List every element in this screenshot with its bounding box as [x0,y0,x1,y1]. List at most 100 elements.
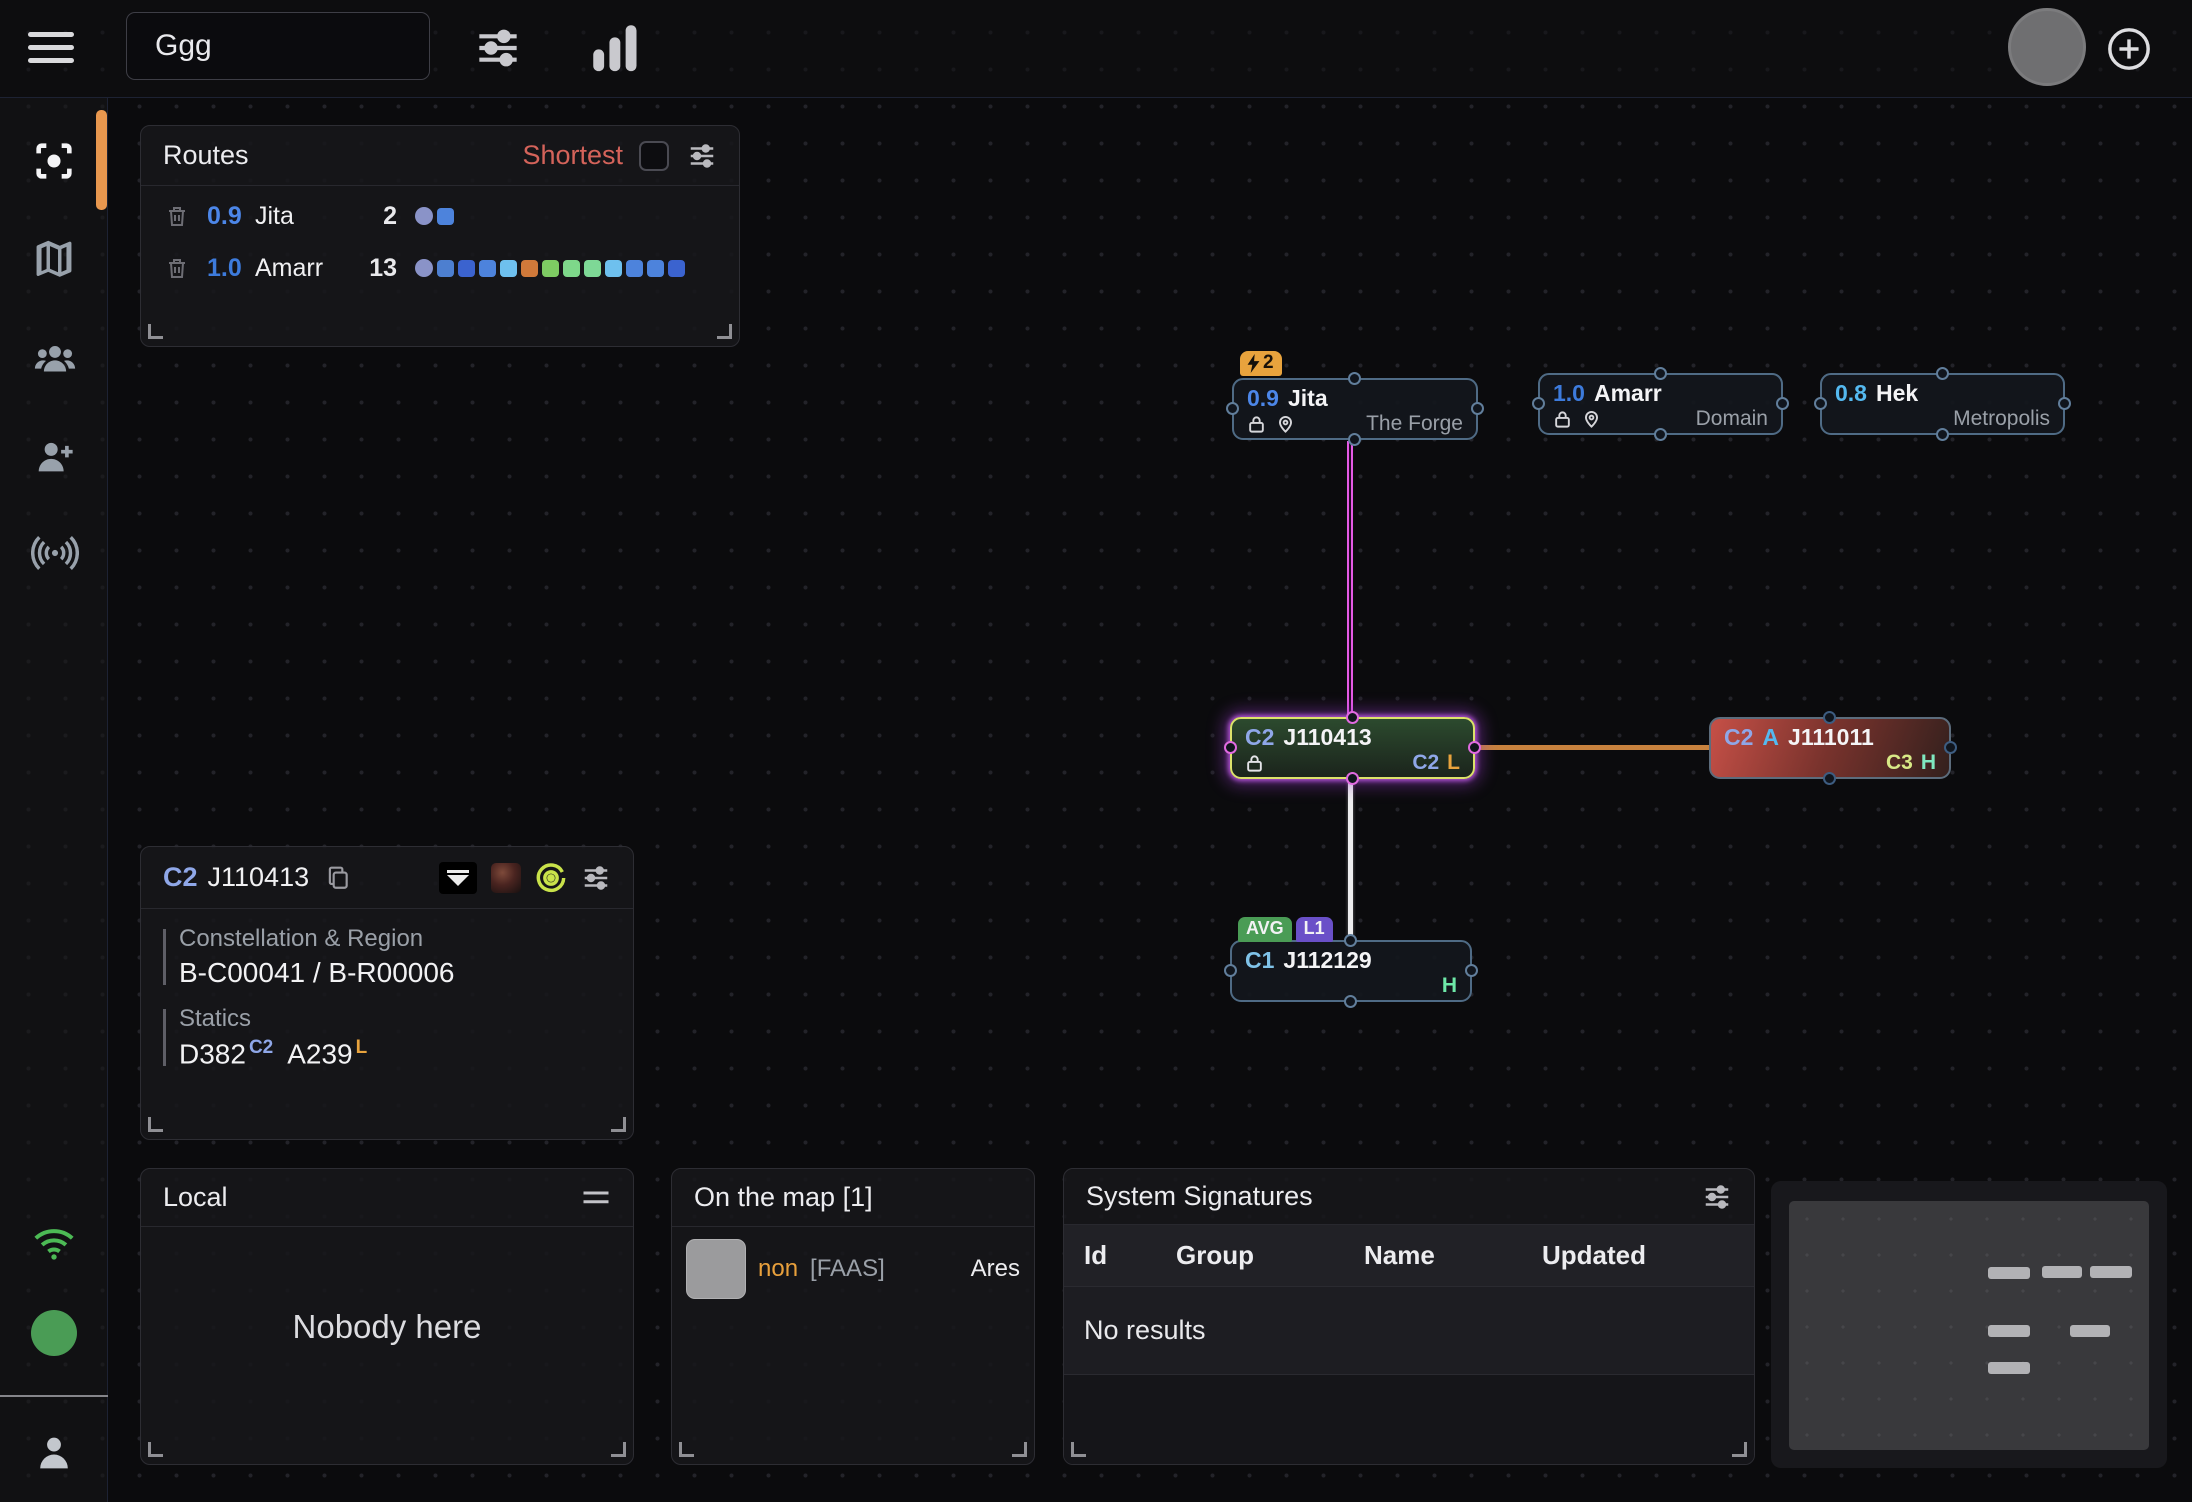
minimap-node-dash [1988,1267,2030,1279]
profile-icon[interactable] [31,1430,77,1476]
map-node-hek[interactable]: 0.8Hek Metropolis [1820,373,2065,435]
system-info-panel: C2 J110413 Constellation & Region B-C000… [140,846,634,1140]
routes-settings-icon[interactable] [687,141,717,171]
lock-icon [1553,409,1572,430]
signatures-title: System Signatures [1086,1181,1313,1212]
delete-route-icon[interactable] [165,255,189,281]
route-jump-square [647,260,664,277]
node-handle[interactable] [1346,772,1359,785]
pilot-row[interactable]: non [FAAS] Ares [672,1227,1034,1299]
pilot-ship: Ares [971,1255,1020,1283]
column-updated[interactable]: Updated [1542,1240,1754,1271]
node-handle[interactable] [1346,711,1359,724]
route-row[interactable]: 0.9 Jita 2 [141,194,739,238]
static-sec: L [1447,751,1460,775]
signatures-settings-icon[interactable] [1702,1182,1732,1212]
minimap[interactable] [1771,1181,2167,1468]
map-icon[interactable] [31,236,77,282]
target-icon[interactable] [535,862,567,894]
system-name: Jita [1288,385,1328,411]
map-node-j112129[interactable]: C1J112129 H [1230,940,1472,1002]
map-node-j111011[interactable]: C2AJ111011 C3H [1709,717,1951,779]
static-class: C2 [1412,751,1439,775]
column-id[interactable]: Id [1084,1240,1176,1271]
node-handle[interactable] [2058,397,2071,410]
node-handle[interactable] [1344,995,1357,1008]
map-name-input[interactable] [126,12,430,80]
signatures-header-row: Id Group Name Updated [1064,1225,1754,1287]
region-label: Metropolis [1953,407,2050,431]
node-handle[interactable] [1465,964,1478,977]
route-jump-square [500,260,517,277]
pilot-name: non [758,1255,798,1283]
route-security: 0.9 [207,202,255,231]
route-destination: Jita [255,202,294,231]
node-handle[interactable] [1471,402,1484,415]
shortest-toggle-label[interactable]: Shortest [522,140,623,171]
node-handle[interactable] [1944,741,1957,754]
add-icon[interactable] [2106,26,2152,72]
local-menu-icon[interactable] [581,1187,611,1209]
delete-route-icon[interactable] [165,203,189,229]
node-handle[interactable] [1348,433,1361,446]
node-handle[interactable] [1654,367,1667,380]
collapse-icon[interactable] [439,862,477,894]
map-filters-icon[interactable] [470,20,526,76]
node-handle[interactable] [1532,397,1545,410]
node-handle[interactable] [1344,934,1357,947]
route-row[interactable]: 1.0 Amarr 13 [141,246,739,290]
node-handle[interactable] [1776,397,1789,410]
node-handle[interactable] [1814,397,1827,410]
node-handle[interactable] [1224,964,1237,977]
copy-icon[interactable] [325,864,351,892]
connection-j110413-j112129[interactable] [1348,779,1353,940]
pilot-corp-ticker: [FAAS] [810,1255,885,1283]
node-handle[interactable] [1936,428,1949,441]
node-badges: AVG L1 [1238,917,1333,942]
system-class: C2 [163,862,198,893]
node-handle[interactable] [1224,741,1237,754]
route-jump-square [458,260,475,277]
map-node-jita[interactable]: 0.9Jita The Forge [1232,378,1478,440]
focus-icon[interactable] [31,138,77,184]
user-plus-icon[interactable] [31,434,77,480]
broadcast-icon[interactable] [31,530,77,576]
user-avatar[interactable] [2008,8,2086,86]
node-handle[interactable] [1936,367,1949,380]
constellation-section: Constellation & Region B-C00041 / B-R000… [163,925,633,989]
static-code: D382 [179,1038,246,1069]
menu-icon[interactable] [28,32,74,66]
node-handle[interactable] [1823,772,1836,785]
kills-badge: 2 [1240,351,1282,376]
minimap-node-dash [2090,1266,2132,1278]
lightning-icon [1246,354,1261,373]
minimap-node-dash [2042,1266,2082,1278]
class-label: C1 [1245,947,1274,973]
column-name[interactable]: Name [1364,1240,1542,1271]
minimap-node-dash [1988,1362,2030,1374]
route-jump-square [605,260,622,277]
node-handle[interactable] [1823,711,1836,724]
minimap-viewport[interactable] [1789,1201,2149,1450]
users-icon[interactable] [31,336,77,382]
system-thumbnail[interactable] [491,863,521,893]
activity-chart-icon[interactable] [586,16,644,78]
system-name: Hek [1876,380,1918,406]
shortest-checkbox[interactable] [639,141,669,171]
route-jump-square [668,260,685,277]
node-handle[interactable] [1654,428,1667,441]
signatures-empty-row: No results [1064,1287,1754,1375]
on-the-map-panel: On the map [1] non [FAAS] Ares [671,1168,1035,1465]
connection-j110413-j111011[interactable] [1475,745,1711,750]
wifi-icon [31,1220,77,1266]
node-handle[interactable] [1226,402,1239,415]
system-name: J111011 [1788,724,1874,750]
route-jump-square [479,260,496,277]
node-handle[interactable] [1468,741,1481,754]
node-handle[interactable] [1348,372,1361,385]
column-group[interactable]: Group [1176,1240,1364,1271]
connection-jita-j110413[interactable] [1347,441,1353,717]
map-node-amarr[interactable]: 1.0Amarr Domain [1538,373,1783,435]
system-settings-icon[interactable] [581,863,611,893]
map-node-j110413[interactable]: C2J110413 C2L [1230,717,1475,779]
